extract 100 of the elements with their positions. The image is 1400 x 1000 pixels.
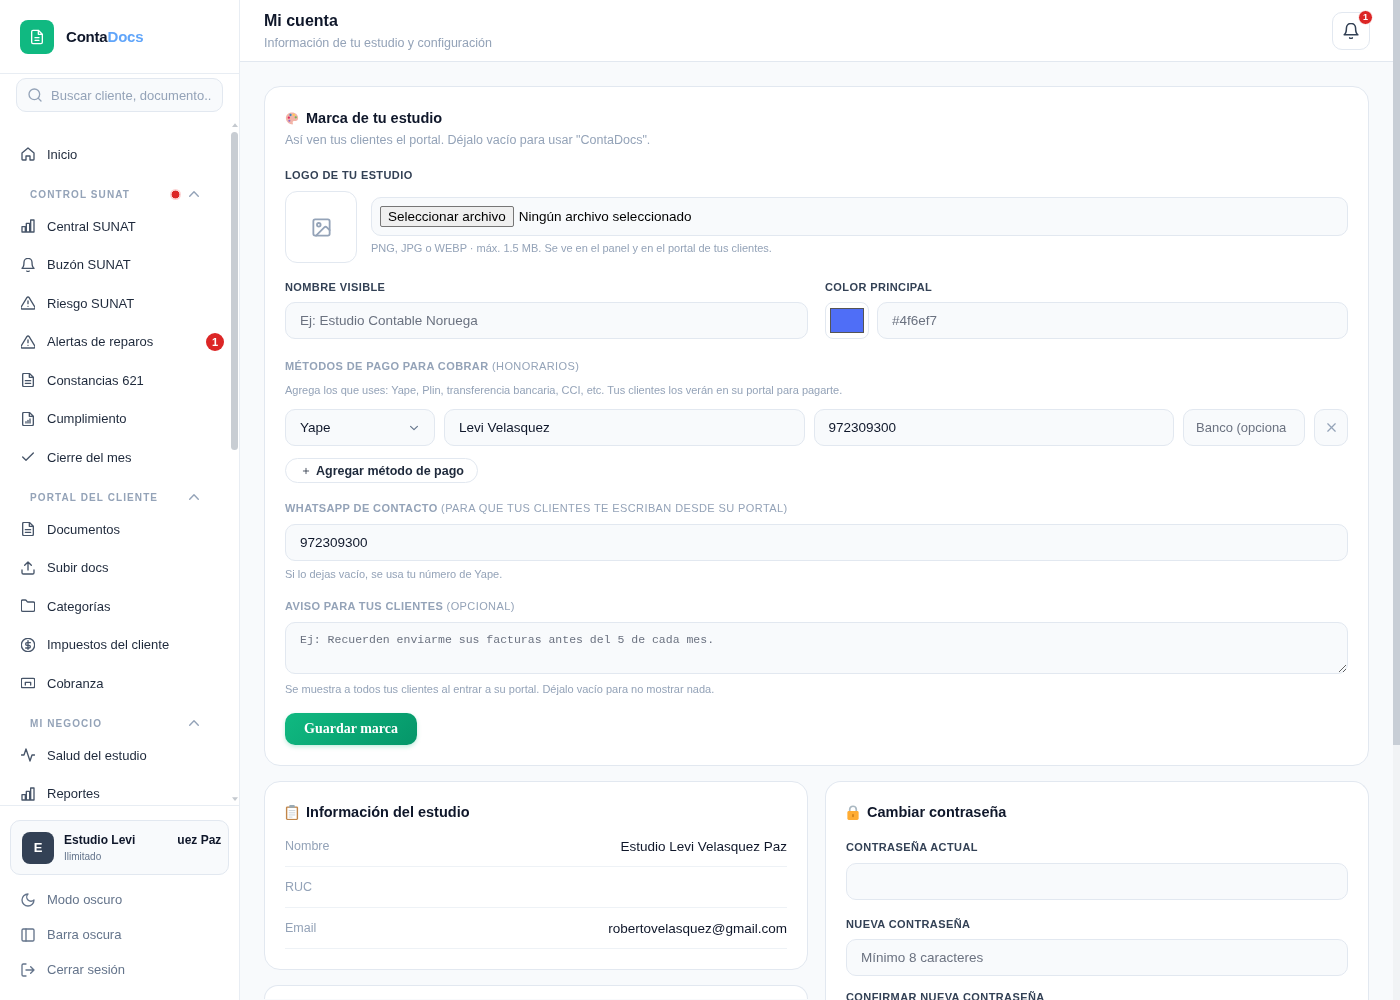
nav-item[interactable]: Buzón SUNAT [8, 245, 224, 284]
chevron-up-icon[interactable] [189, 720, 199, 727]
scroll-down-icon[interactable] [231, 797, 238, 801]
nav-item[interactable]: Documentos [8, 510, 224, 549]
field-label: WHATSAPP DE CONTACTO (PARA QUE TUS CLIENTES TE ESCRIBAN DESDE SU PORTAL) [285, 501, 789, 515]
nav-item[interactable]: Inicio [8, 135, 224, 174]
file-input-field[interactable]: Seleccionar archivo Ningún archivo seleccionado [371, 197, 1348, 236]
section-heading: MI NEGOCIO [30, 717, 104, 729]
phone-number-input[interactable]: 972309300 [813, 409, 1174, 446]
nav-item[interactable]: Salud del estudio [8, 736, 224, 775]
banknote-icon [21, 676, 35, 691]
info-label: Email [285, 921, 317, 935]
bell-icon [21, 257, 35, 272]
pulse-icon [21, 748, 35, 763]
page-title: Mi cuenta [264, 10, 339, 31]
home-icon [21, 147, 35, 162]
section-heading: CONTROL SUNAT [30, 188, 132, 200]
palette-icon [285, 110, 299, 126]
info-label: Nombre [285, 839, 330, 853]
chevron-up-icon[interactable] [189, 191, 199, 198]
sidebar-action[interactable]: Barra oscura [8, 917, 224, 952]
nav-item[interactable]: Reportes [8, 774, 224, 805]
close-icon [1324, 421, 1338, 434]
nav-item[interactable]: Central SUNAT [8, 207, 224, 246]
bar-chart-icon [21, 786, 35, 801]
account-name: uez Paz [177, 833, 222, 847]
account-plan: Ilimitado [64, 851, 103, 862]
file-status: Ningún archivo seleccionado [518, 209, 692, 224]
notice-textarea[interactable]: Ej: Recuerden enviarme sus facturas antes del 5 de cada mes. [285, 622, 1348, 674]
hex-color-input[interactable]: #4f6ef7 [877, 302, 1348, 339]
nav-item[interactable]: Cobranza [8, 664, 224, 703]
sidebar-action[interactable]: Modo oscuro [8, 882, 224, 917]
nav-item[interactable]: Riesgo SUNAT [8, 284, 224, 323]
document-chart-icon [21, 411, 35, 426]
field-label: NOMBRE VISIBLE [285, 280, 387, 294]
card-title: Información del estudio [306, 804, 470, 820]
whatsapp-input[interactable]: 972309300 [285, 524, 1348, 561]
field-hint: Si lo dejas vacío, se usa tu número de Yape. [285, 567, 504, 581]
visible-name-input[interactable]: Ej: Estudio Contable Noruega [285, 302, 808, 339]
nav-item[interactable]: Cierre del mes [8, 438, 224, 477]
bell-icon [1343, 22, 1359, 39]
nav-item[interactable]: Alertas de reparos 1 [8, 322, 224, 361]
brand-name: ContaDocs [66, 28, 144, 45]
field-hint: PNG, JPG o WEBP · máx. 1.5 MB. Se ve en el panel y en el portal de tus clientes. [371, 241, 773, 255]
card-subtitle: Así ven tus clientes el portal. Déjalo vacío para usar "ContaDocs". [285, 132, 652, 148]
logo-icon [20, 19, 54, 54]
lock-icon [846, 804, 860, 820]
nav-item[interactable]: Constancias 621 [8, 361, 224, 400]
payment-type-select[interactable]: Yape [285, 409, 435, 446]
field-hint: Agrega los que uses: Yape, Plin, transferencia bancaria, CCI, etc. Tus clientes los verán en su portal para pagarte. [285, 383, 844, 397]
bank-input[interactable]: Banco (opciona [1183, 409, 1305, 446]
password-input[interactable] [846, 863, 1348, 900]
scrollbar-thumb[interactable] [1393, 0, 1400, 745]
color-picker[interactable] [825, 302, 869, 339]
notifications-button[interactable]: 1 [1332, 11, 1370, 50]
add-method-button[interactable]: Agregar método de pago [285, 458, 478, 483]
section-heading: PORTAL DEL CLIENTE [30, 491, 160, 503]
sidebar-action[interactable]: Cerrar sesión [8, 952, 224, 987]
warning-icon [21, 296, 35, 311]
password-input[interactable]: Mínimo 8 caracteres [846, 939, 1348, 976]
avatar: E [22, 831, 54, 864]
card-title: Marca de tu estudio [306, 110, 443, 126]
info-value: Estudio Levi Velasquez Paz [620, 838, 787, 854]
scrollbar-thumb[interactable] [231, 132, 238, 450]
scroll-up-icon[interactable] [231, 123, 238, 127]
page-subtitle: Información de tu estudio y configuración [264, 34, 492, 51]
warning-icon [21, 334, 35, 349]
field-label: NUEVA CONTRASEÑA [846, 917, 972, 931]
field-hint: Se muestra a todos tus clientes al entrar a su portal. Déjalo vacío para no mostrar nada. [285, 682, 716, 696]
card-title: Cambiar contraseña [867, 804, 1007, 820]
nav-item[interactable]: Impuestos del cliente [8, 625, 224, 664]
field-label: AVISO PARA TUS CLIENTES (OPCIONAL) [285, 599, 516, 613]
folder-icon [21, 599, 35, 614]
choose-file-button[interactable]: Seleccionar archivo [380, 206, 514, 227]
sidebar-panel-icon [21, 927, 35, 942]
moon-icon [21, 892, 35, 907]
field-label: LOGO DE TU ESTUDIO [285, 168, 414, 182]
nav-item[interactable]: Cumplimiento [8, 399, 224, 438]
info-value: robertovelasquez@gmail.com [608, 920, 787, 936]
field-label: MÉTODOS DE PAGO PARA COBRAR (HONORARIOS) [285, 359, 581, 373]
nav-item[interactable]: Subir docs [8, 548, 224, 587]
count-badge: 1 [206, 332, 224, 351]
chevron-up-icon[interactable] [189, 494, 199, 501]
document-icon [21, 522, 35, 537]
upload-icon [21, 560, 35, 575]
document-icon [21, 373, 35, 388]
notification-badge: 1 [1358, 9, 1373, 25]
image-icon [311, 217, 331, 237]
info-label: RUC [285, 880, 313, 894]
search-icon [28, 88, 42, 102]
field-label: COLOR PRINCIPAL [825, 280, 934, 294]
account-name: Estudio Levi [64, 833, 136, 847]
nav-item[interactable]: Categorías [8, 587, 224, 626]
remove-button[interactable] [1314, 409, 1348, 446]
search-field[interactable]: Buscar cliente, documento.. [16, 78, 223, 112]
logo-placeholder[interactable] [285, 191, 357, 263]
field-label: CONTRASEÑA ACTUAL [846, 840, 979, 854]
bar-chart-icon [21, 219, 35, 234]
holder-name-input[interactable]: Levi Velasquez [444, 409, 805, 446]
logout-icon [21, 962, 35, 977]
